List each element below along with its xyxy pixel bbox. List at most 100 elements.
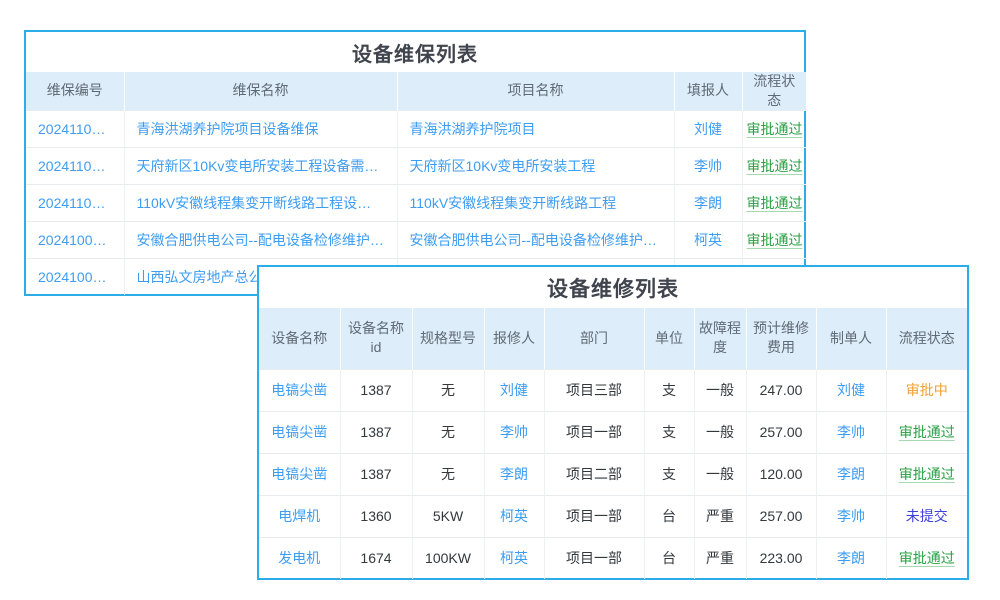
model-cell: 100KW [412, 537, 484, 579]
repair-list-panel: 设备维修列表 设备名称 设备名称id 规格型号 报修人 部门 单位 故障程度 预… [257, 265, 969, 580]
maint-id-cell[interactable]: 2024100006 [26, 221, 124, 258]
maintenance-table: 维保编号 维保名称 项目名称 填报人 流程状态 2024110003 青海洪湖养… [26, 72, 806, 295]
creator-cell[interactable]: 刘健 [816, 369, 886, 411]
project-name-cell[interactable]: 110kV安徽线程集变开断线路工程 [397, 184, 674, 221]
repair-reporter-cell[interactable]: 柯英 [484, 537, 544, 579]
reporter-cell[interactable]: 柯英 [674, 221, 742, 258]
col-header-maint-name: 维保名称 [124, 72, 397, 110]
status-badge: 审批通过 [747, 158, 803, 174]
table-row: 电镐尖凿 1387 无 李帅 项目一部 支 一般 257.00 李帅 审批通过 [259, 411, 967, 453]
unit-cell: 支 [644, 453, 694, 495]
reporter-cell[interactable]: 刘健 [674, 110, 742, 147]
project-name-cell[interactable]: 天府新区10Kv变电所安装工程 [397, 147, 674, 184]
unit-cell: 台 [644, 537, 694, 579]
equipment-name-cell[interactable]: 电镐尖凿 [259, 411, 340, 453]
status-badge: 审批通过 [747, 121, 803, 137]
unit-cell: 支 [644, 411, 694, 453]
table-row: 2024110002 天府新区10Kv变电所安装工程设备需用计划 天府新区10K… [26, 147, 806, 184]
severity-cell: 一般 [694, 411, 746, 453]
severity-cell: 一般 [694, 369, 746, 411]
model-cell: 无 [412, 369, 484, 411]
repair-reporter-cell[interactable]: 柯英 [484, 495, 544, 537]
status-cell[interactable]: 审批通过 [886, 537, 967, 579]
creator-cell[interactable]: 李朗 [816, 537, 886, 579]
equipment-id-cell: 1360 [340, 495, 412, 537]
maint-id-cell[interactable]: 2024100005 [26, 258, 124, 295]
maintenance-list-title: 设备维保列表 [26, 32, 804, 72]
status-badge: 审批通过 [747, 232, 803, 248]
reporter-cell[interactable]: 李朗 [674, 184, 742, 221]
creator-cell[interactable]: 李朗 [816, 453, 886, 495]
table-row: 2024110003 青海洪湖养护院项目设备维保 青海洪湖养护院项目 刘健 审批… [26, 110, 806, 147]
equipment-name-cell[interactable]: 电镐尖凿 [259, 369, 340, 411]
col-header-status: 流程状态 [886, 308, 967, 369]
col-header-equipment-name: 设备名称 [259, 308, 340, 369]
project-name-cell[interactable]: 青海洪湖养护院项目 [397, 110, 674, 147]
maint-name-cell[interactable]: 安徽合肥供电公司--配电设备检修维护和改... [124, 221, 397, 258]
status-cell[interactable]: 审批通过 [742, 184, 806, 221]
col-header-project-name: 项目名称 [397, 72, 674, 110]
department-cell: 项目一部 [544, 411, 644, 453]
maint-name-cell[interactable]: 天府新区10Kv变电所安装工程设备需用计划 [124, 147, 397, 184]
status-cell[interactable]: 审批通过 [742, 147, 806, 184]
maint-name-cell[interactable]: 青海洪湖养护院项目设备维保 [124, 110, 397, 147]
unit-cell: 台 [644, 495, 694, 537]
maintenance-list-panel: 设备维保列表 维保编号 维保名称 项目名称 填报人 流程状态 202411000… [24, 30, 806, 296]
col-header-department: 部门 [544, 308, 644, 369]
equipment-name-cell[interactable]: 电焊机 [259, 495, 340, 537]
equipment-id-cell: 1387 [340, 411, 412, 453]
status-badge: 审批中 [906, 382, 948, 398]
repair-reporter-cell[interactable]: 刘健 [484, 369, 544, 411]
creator-cell[interactable]: 李帅 [816, 495, 886, 537]
col-header-creator: 制单人 [816, 308, 886, 369]
department-cell: 项目二部 [544, 453, 644, 495]
status-cell[interactable]: 审批通过 [742, 110, 806, 147]
table-row: 电镐尖凿 1387 无 刘健 项目三部 支 一般 247.00 刘健 审批中 [259, 369, 967, 411]
maint-id-cell[interactable]: 2024110001 [26, 184, 124, 221]
model-cell: 5KW [412, 495, 484, 537]
status-cell[interactable]: 审批通过 [886, 453, 967, 495]
col-header-severity: 故障程度 [694, 308, 746, 369]
severity-cell: 严重 [694, 495, 746, 537]
status-cell[interactable]: 审批通过 [886, 411, 967, 453]
equipment-id-cell: 1674 [340, 537, 412, 579]
creator-cell[interactable]: 李帅 [816, 411, 886, 453]
repair-reporter-cell[interactable]: 李朗 [484, 453, 544, 495]
reporter-cell[interactable]: 李帅 [674, 147, 742, 184]
status-cell[interactable]: 审批中 [886, 369, 967, 411]
model-cell: 无 [412, 411, 484, 453]
equipment-name-cell[interactable]: 电镐尖凿 [259, 453, 340, 495]
status-badge: 未提交 [906, 508, 948, 524]
estimated-cost-cell: 257.00 [746, 495, 816, 537]
estimated-cost-cell: 247.00 [746, 369, 816, 411]
severity-cell: 严重 [694, 537, 746, 579]
estimated-cost-cell: 223.00 [746, 537, 816, 579]
project-name-cell[interactable]: 安徽合肥供电公司--配电设备检修维护和改造 [397, 221, 674, 258]
model-cell: 无 [412, 453, 484, 495]
equipment-id-cell: 1387 [340, 369, 412, 411]
department-cell: 项目一部 [544, 537, 644, 579]
status-badge: 审批通过 [899, 550, 955, 566]
status-badge: 审批通过 [899, 466, 955, 482]
maint-name-cell[interactable]: 110kV安徽线程集变开断线路工程设备需用... [124, 184, 397, 221]
col-header-repair-reporter: 报修人 [484, 308, 544, 369]
maint-id-cell[interactable]: 2024110002 [26, 147, 124, 184]
equipment-id-cell: 1387 [340, 453, 412, 495]
col-header-estimated-cost: 预计维修费用 [746, 308, 816, 369]
department-cell: 项目一部 [544, 495, 644, 537]
table-row: 发电机 1674 100KW 柯英 项目一部 台 严重 223.00 李朗 审批… [259, 537, 967, 579]
status-badge: 审批通过 [899, 424, 955, 440]
maintenance-header-row: 维保编号 维保名称 项目名称 填报人 流程状态 [26, 72, 806, 110]
table-row: 电焊机 1360 5KW 柯英 项目一部 台 严重 257.00 李帅 未提交 [259, 495, 967, 537]
col-header-reporter: 填报人 [674, 72, 742, 110]
unit-cell: 支 [644, 369, 694, 411]
status-cell[interactable]: 未提交 [886, 495, 967, 537]
estimated-cost-cell: 257.00 [746, 411, 816, 453]
repair-reporter-cell[interactable]: 李帅 [484, 411, 544, 453]
col-header-model: 规格型号 [412, 308, 484, 369]
maint-id-cell[interactable]: 2024110003 [26, 110, 124, 147]
department-cell: 项目三部 [544, 369, 644, 411]
repair-list-title: 设备维修列表 [259, 267, 967, 308]
status-cell[interactable]: 审批通过 [742, 221, 806, 258]
equipment-name-cell[interactable]: 发电机 [259, 537, 340, 579]
